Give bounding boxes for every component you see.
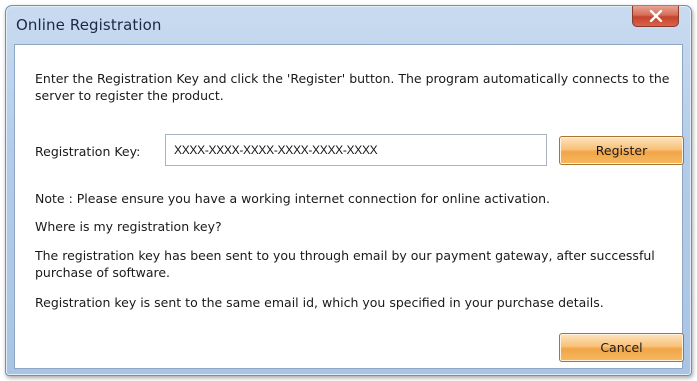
- registration-key-input[interactable]: [165, 134, 547, 166]
- dialog-content: Enter the Registration Key and click the…: [14, 44, 684, 369]
- key-sent-info: The registration key has been sent to yo…: [35, 248, 655, 280]
- intro-text: Enter the Registration Key and click the…: [35, 71, 670, 103]
- cancel-button[interactable]: Cancel: [559, 333, 684, 362]
- registration-key-label: Registration Key:: [35, 144, 141, 159]
- close-button[interactable]: [632, 6, 679, 27]
- title-bar[interactable]: Online Registration: [6, 6, 691, 44]
- where-is-key-question: Where is my registration key?: [35, 219, 222, 234]
- internet-note: Note : Please ensure you have a working …: [35, 191, 551, 206]
- window-title: Online Registration: [16, 16, 162, 34]
- registration-dialog: Online Registration Enter the Registrati…: [5, 5, 692, 376]
- close-x-icon: [649, 10, 663, 22]
- register-button[interactable]: Register: [559, 136, 684, 165]
- same-email-info: Registration key is sent to the same ema…: [35, 295, 604, 310]
